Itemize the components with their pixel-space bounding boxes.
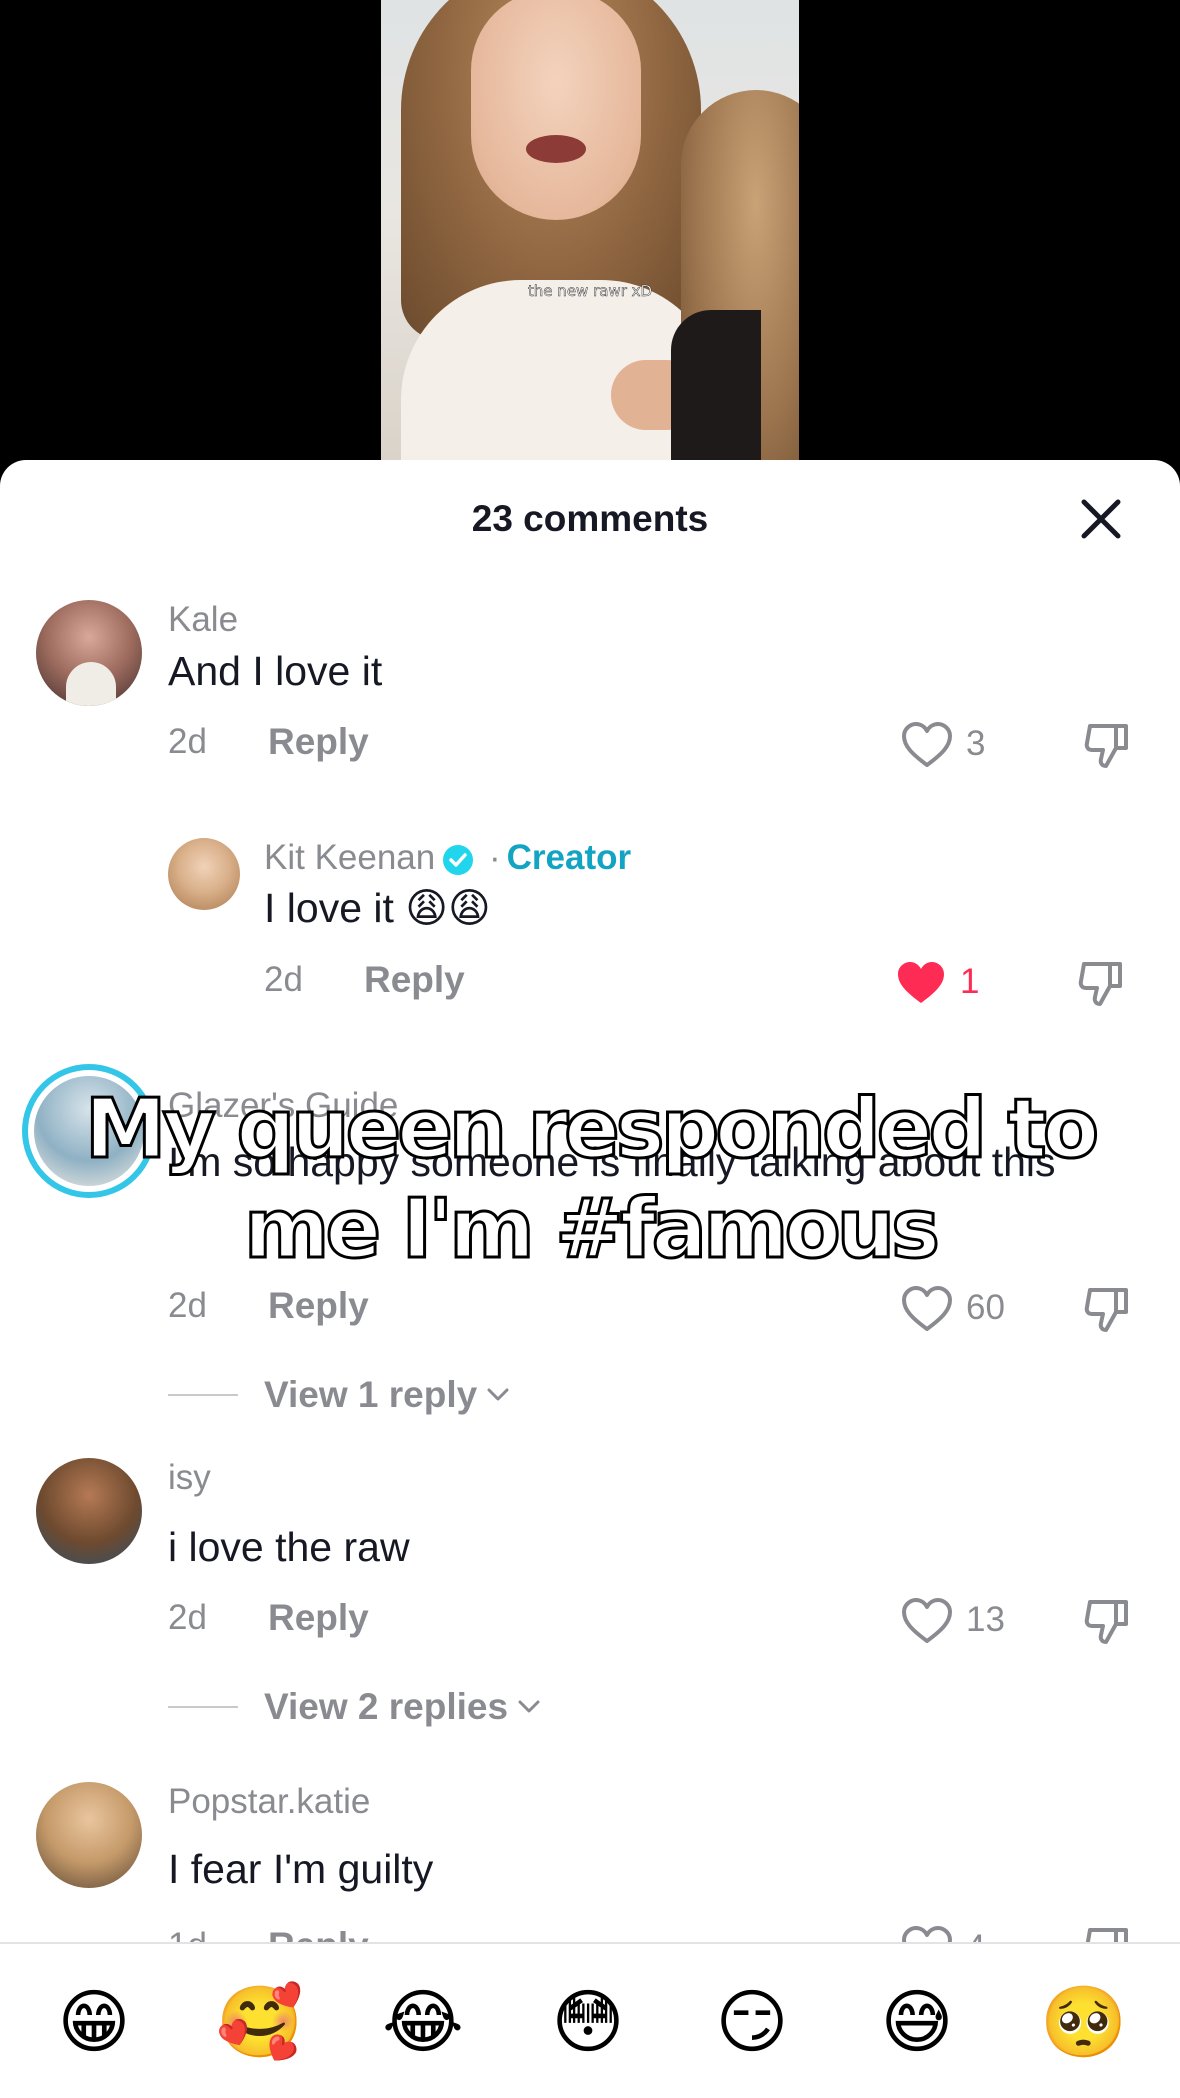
comments-count-title: 23 comments [471,498,709,539]
dislike-icon[interactable] [1074,956,1128,1010]
video-frame: the new rawr xD [381,0,799,470]
close-icon[interactable] [1078,496,1124,542]
view-replies-label[interactable]: View 2 replies [264,1686,508,1728]
heart-icon[interactable] [900,1596,954,1646]
comment-username[interactable]: Kit Keenan · Creator [264,838,631,878]
comment-username[interactable]: Popstar.katie [168,1782,370,1822]
verified-badge-icon [443,844,474,875]
heart-icon[interactable] [900,1284,954,1334]
like-count: 13 [966,1600,1005,1639]
reply-button[interactable]: Reply [268,1597,369,1639]
name-separator: · [488,838,501,877]
comment-text: I love it 😩😩 [264,885,491,931]
video-person-side [671,90,799,470]
view-replies-label[interactable]: View 1 reply [264,1374,477,1416]
avatar[interactable] [36,1458,142,1564]
dislike-icon[interactable] [1080,718,1134,772]
like-count: 60 [966,1288,1005,1327]
video-person-main [401,0,721,470]
emoji-smirk-button[interactable]: 😏 [710,1980,794,2064]
comment-time: 2d [168,1286,207,1325]
comment-text: i love the raw [168,1524,410,1570]
video-player[interactable]: the new rawr xD [0,0,1180,470]
heart-filled-icon[interactable] [894,958,948,1008]
avatar[interactable] [168,838,240,910]
comment-text: I fear I'm guilty [168,1846,434,1892]
reply-button[interactable]: Reply [364,959,465,1001]
heart-icon[interactable] [900,720,954,770]
avatar[interactable] [36,1782,142,1888]
dislike-icon[interactable] [1080,1282,1134,1336]
overlay-line-1: My queen responded to [83,1081,1100,1179]
comment-time: 2d [168,1598,207,1637]
like-count: 3 [966,724,986,763]
view-replies-button[interactable]: View 1 reply [168,1374,511,1416]
sheet-header: 23 comments [0,460,1180,580]
emoji-grin-button[interactable]: 😁 [52,1980,136,2064]
chevron-down-icon [518,1700,540,1713]
emoji-pleading-button[interactable]: 🥺 [1040,1980,1127,2064]
chevron-down-icon [487,1388,509,1401]
emoji-sweat-smile-button[interactable]: 😅 [875,1980,959,2064]
comment-username[interactable]: Kale [168,600,238,640]
overlay-line-2: me I'm #famous [243,1181,942,1279]
comment-time: 2d [168,722,207,761]
view-replies-button[interactable]: View 2 replies [168,1686,542,1728]
creator-name[interactable]: Kit Keenan [264,838,435,877]
creator-tag: Creator [506,838,632,877]
like-count: 1 [960,962,980,1001]
reply-button[interactable]: Reply [268,1285,369,1327]
emoji-quick-bar: 😁 🥰 😂 😳 😏 😅 🥺 [0,1942,1180,2098]
comment-time: 2d [264,960,303,999]
video-caption: the new rawr xD [527,282,653,301]
emoji-flushed-button[interactable]: 😳 [546,1980,630,2064]
comment-username[interactable]: isy [168,1458,211,1498]
comment-text: And I love it [168,648,383,694]
reply-button[interactable]: Reply [268,721,369,763]
avatar[interactable] [36,600,142,706]
dislike-icon[interactable] [1080,1594,1134,1648]
overlay-caption: My queen responded to me I'm #famous [0,1080,1180,1280]
emoji-smiling-hearts-button[interactable]: 🥰 [216,1980,303,2064]
emoji-tears-of-joy-button[interactable]: 😂 [381,1980,465,2064]
